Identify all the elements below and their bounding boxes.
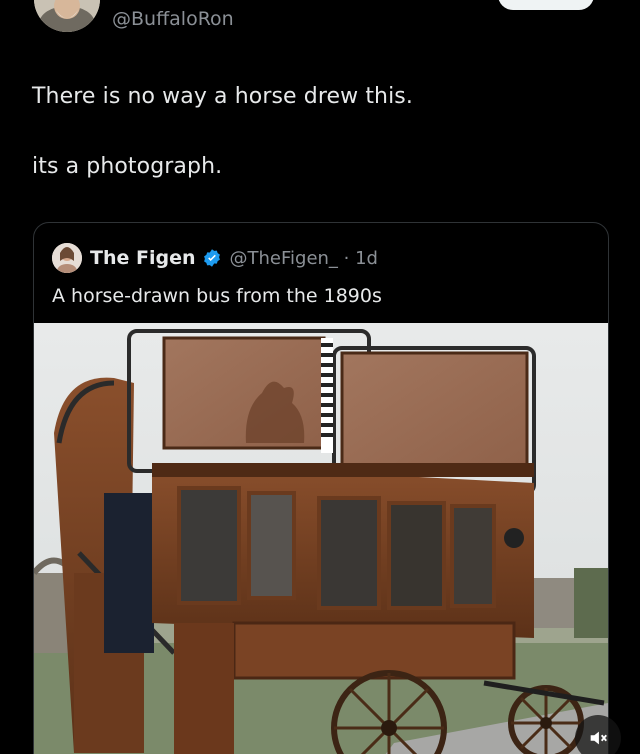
user-avatar-icon [52,243,82,273]
photo-horse-drawn-bus [34,323,608,754]
tweet-text-line-1: There is no way a horse drew this. [32,84,413,109]
mute-toggle-button[interactable] [575,715,621,754]
muted-speaker-icon [590,731,607,745]
verified-badge-icon [203,249,220,267]
quoted-tweet-card[interactable]: The Figen @TheFigen_ · 1d A horse-drawn … [33,222,609,754]
quoted-author-name[interactable]: The Figen [90,247,196,269]
quoted-author-avatar[interactable] [52,243,82,273]
author-avatar[interactable] [34,0,100,32]
quoted-tweet-header: The Figen @TheFigen_ · 1d [52,243,378,273]
tweet-text-line-2: its a photograph. [32,154,223,179]
quoted-tweet-photo[interactable] [34,323,608,754]
user-avatar-icon [34,0,100,32]
tweet-screen: @BuffaloRon There is no way a horse drew… [0,0,640,754]
quoted-handle-and-time[interactable]: @TheFigen_ · 1d [230,248,378,269]
follow-button[interactable] [498,0,594,10]
author-handle[interactable]: @BuffaloRon [112,8,234,30]
quoted-tweet-text: A horse-drawn bus from the 1890s [52,285,382,307]
